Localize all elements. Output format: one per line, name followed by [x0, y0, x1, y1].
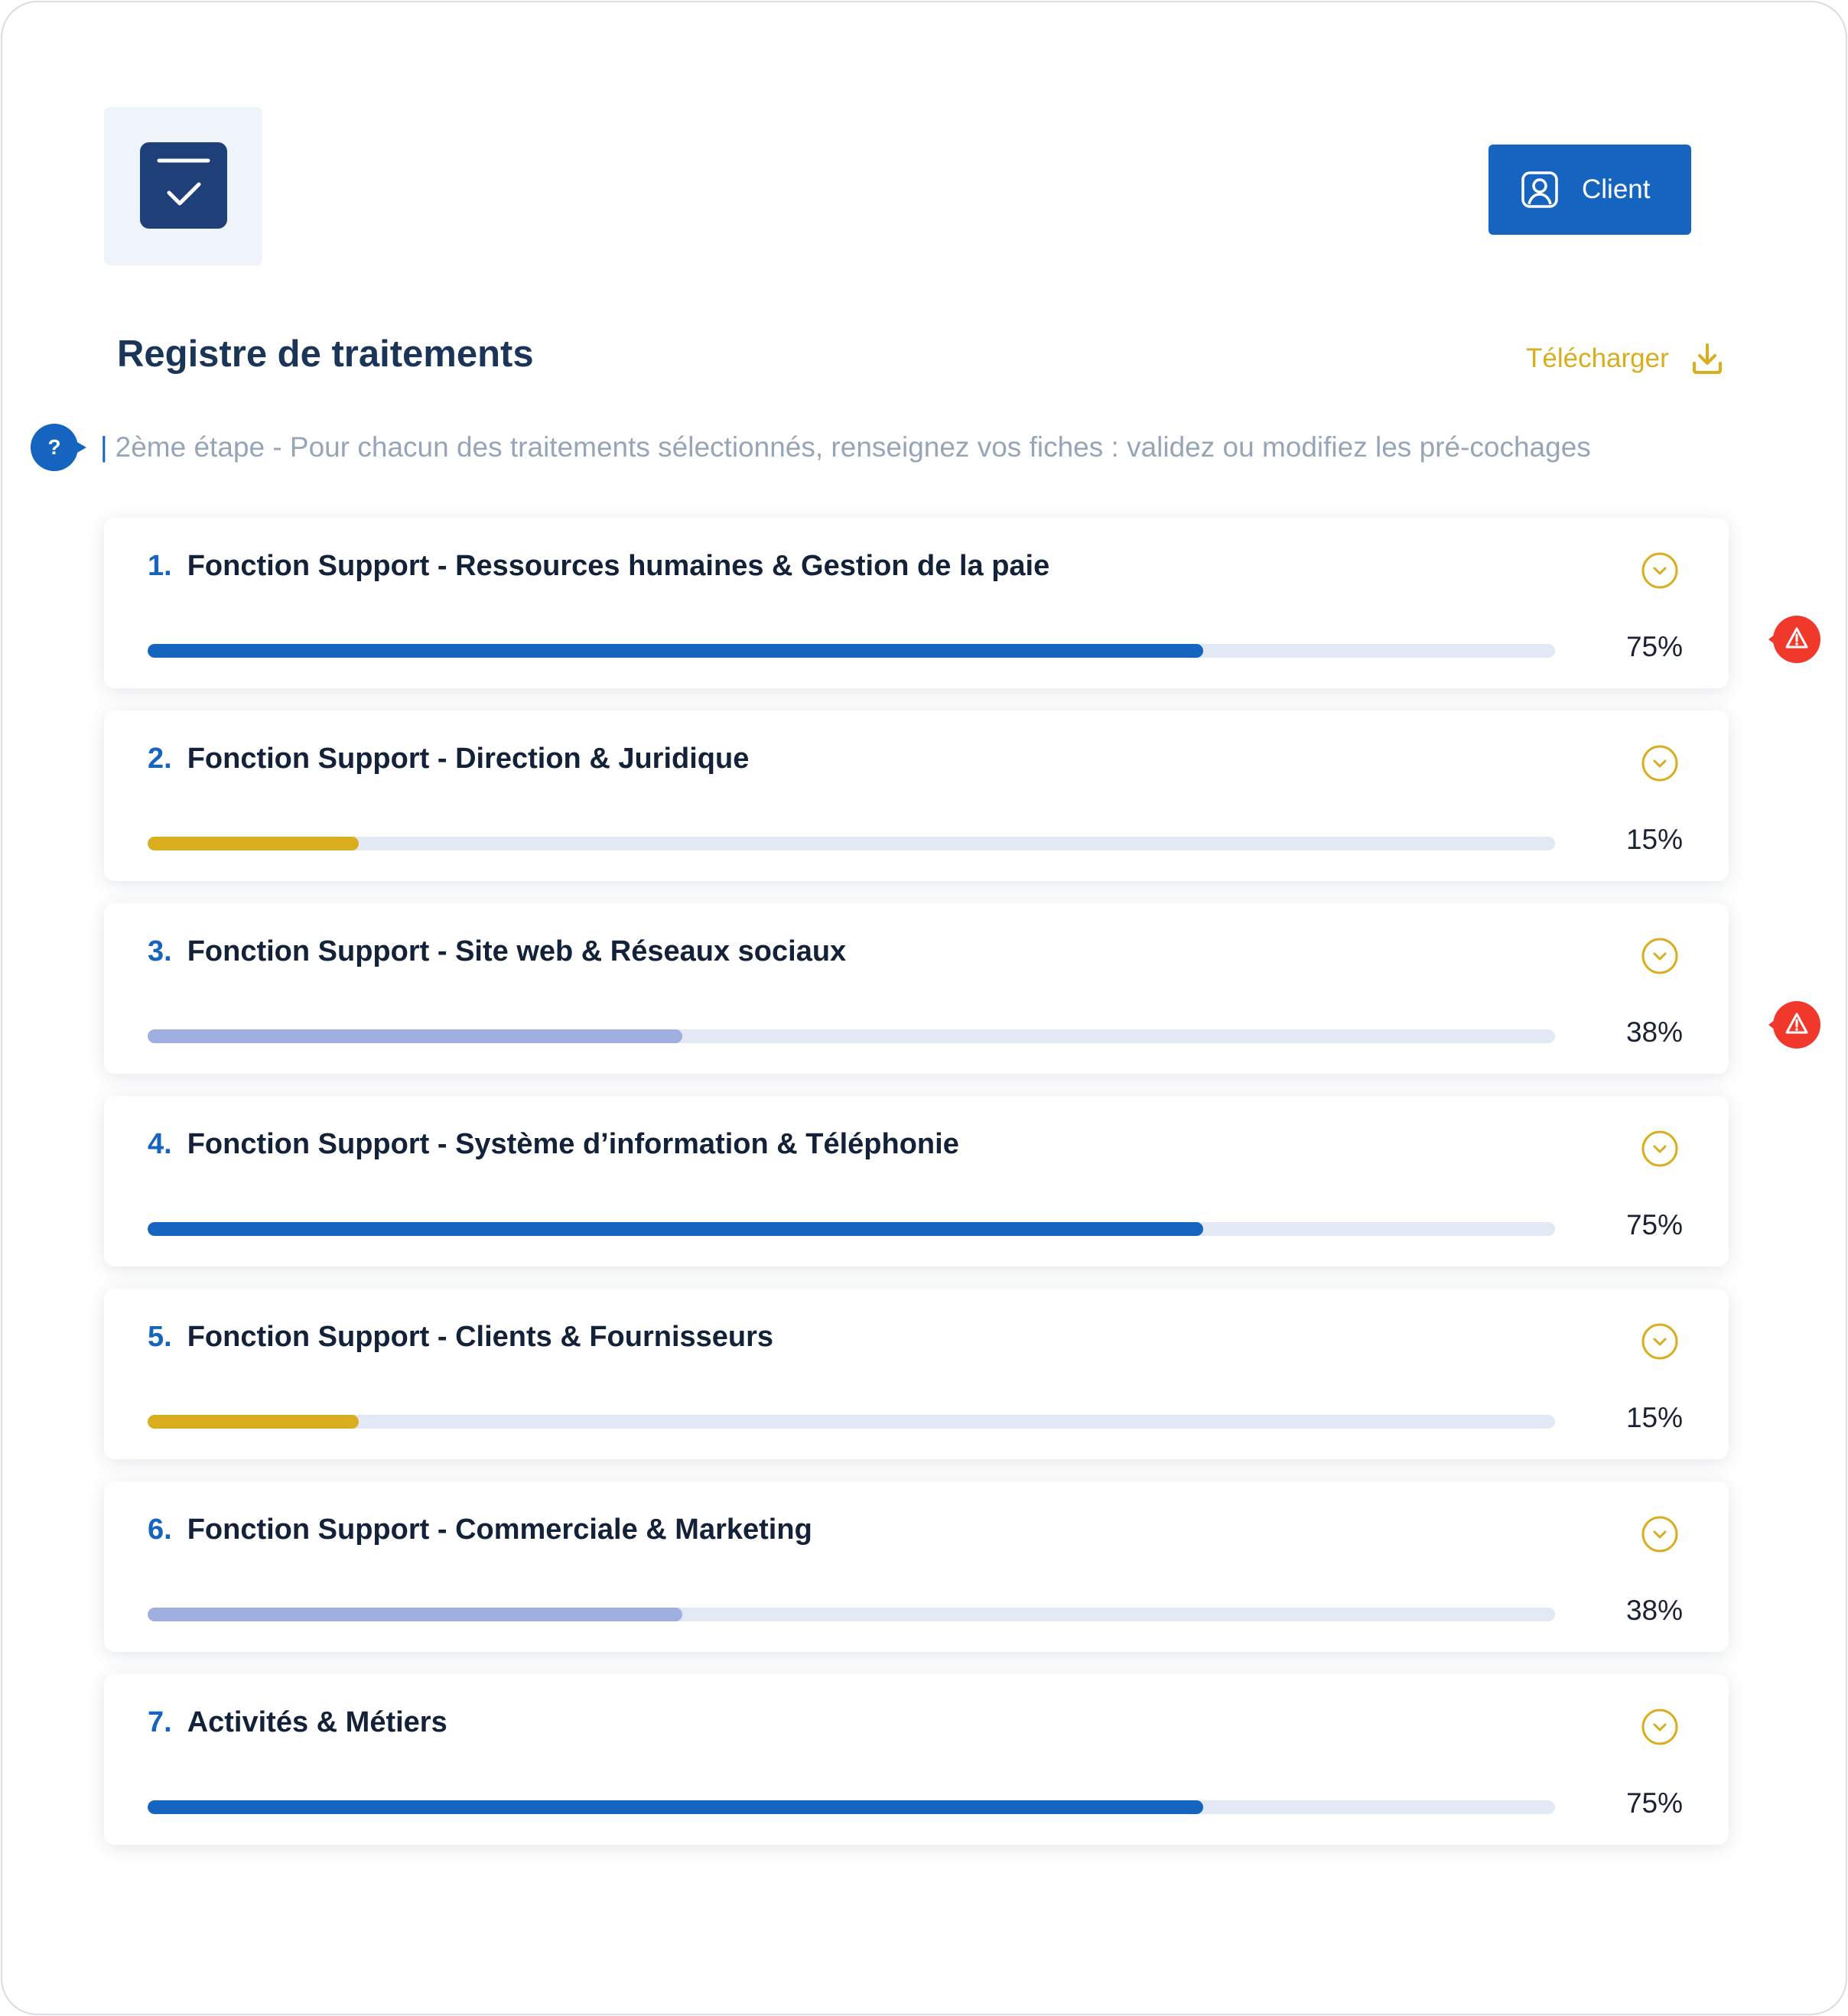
page-title: Registre de traitements: [117, 333, 534, 375]
treatment-title: 6. Fonction Support - Commerciale & Marke…: [148, 1514, 812, 1546]
chevron-down-icon[interactable]: [1641, 1130, 1679, 1168]
treatment-number: 3.: [148, 935, 172, 967]
treatment-title: 4. Fonction Support - Système d’informati…: [148, 1128, 959, 1161]
treatment-label: Fonction Support - Clients & Fournisseur…: [187, 1321, 774, 1353]
progress-percent: 75%: [1625, 1787, 1683, 1819]
progress-percent: 38%: [1625, 1016, 1683, 1048]
treatment-title: 3. Fonction Support - Site web & Réseaux …: [148, 935, 846, 968]
progress-percent: 38%: [1625, 1595, 1683, 1626]
download-label: Télécharger: [1526, 343, 1669, 373]
treatment-label: Fonction Support - Système d’information…: [187, 1128, 959, 1160]
warning-alert-icon[interactable]: [1766, 612, 1821, 667]
user-profile-icon: [1521, 171, 1558, 208]
treatment-title: 7. Activités & Métiers: [148, 1706, 447, 1739]
treatment-number: 2.: [148, 743, 172, 775]
app-frame: Client Registre de traitements Télécharg…: [1, 1, 1847, 2015]
treatment-number: 1.: [148, 550, 172, 582]
treatment-label: Fonction Support - Ressources humaines &…: [187, 550, 1050, 582]
instruction-divider: |: [100, 431, 108, 463]
treatment-label: Fonction Support - Commerciale & Marketi…: [187, 1514, 812, 1546]
question-icon: ?: [47, 435, 61, 459]
progress-fill: [148, 1222, 1203, 1236]
treatment-number: 7.: [148, 1706, 172, 1738]
chevron-down-icon[interactable]: [1641, 1708, 1679, 1746]
checkbox-check-icon: [140, 142, 227, 229]
treatment-card[interactable]: 5. Fonction Support - Clients & Fournisse…: [104, 1289, 1729, 1459]
treatment-title: 1. Fonction Support - Ressources humaines…: [148, 550, 1049, 583]
progress-fill: [148, 1415, 359, 1429]
treatment-card[interactable]: 4. Fonction Support - Système d’informati…: [104, 1096, 1729, 1267]
download-icon: [1692, 343, 1722, 374]
chevron-down-icon[interactable]: [1641, 937, 1679, 975]
progress-track: [148, 1608, 1555, 1621]
progress-track: [148, 1415, 1555, 1429]
treatment-card[interactable]: 3. Fonction Support - Site web & Réseaux …: [104, 903, 1729, 1074]
progress-percent: 15%: [1625, 1402, 1683, 1433]
warning-alert-icon[interactable]: [1766, 997, 1821, 1052]
chevron-down-icon[interactable]: [1641, 1322, 1679, 1361]
progress-fill: [148, 837, 359, 850]
progress-fill: [148, 644, 1203, 658]
progress-track: [148, 1029, 1555, 1043]
download-button[interactable]: Télécharger: [1526, 342, 1724, 376]
treatment-number: 6.: [148, 1514, 172, 1546]
treatment-number: 4.: [148, 1128, 172, 1160]
instruction-text: | 2ème étape - Pour chacun des traitement…: [100, 431, 1591, 463]
treatment-title: 2. Fonction Support - Direction & Juridiq…: [148, 743, 749, 776]
progress-track: [148, 644, 1555, 658]
chevron-down-icon[interactable]: [1641, 551, 1679, 590]
progress-track: [148, 1222, 1555, 1236]
progress-fill: [148, 1608, 683, 1621]
treatment-card[interactable]: 6. Fonction Support - Commerciale & Marke…: [104, 1481, 1729, 1652]
treatment-number: 5.: [148, 1321, 172, 1353]
treatment-title: 5. Fonction Support - Clients & Fournisse…: [148, 1321, 773, 1354]
chevron-down-icon[interactable]: [1641, 1515, 1679, 1553]
treatment-label: Activités & Métiers: [187, 1706, 447, 1738]
treatment-card[interactable]: 7. Activités & Métiers 75%: [104, 1674, 1729, 1845]
progress-percent: 75%: [1625, 631, 1683, 662]
treatment-label: Fonction Support - Direction & Juridique: [187, 743, 750, 775]
progress-fill: [148, 1029, 683, 1043]
treatment-card[interactable]: 1. Fonction Support - Ressources humaines…: [104, 518, 1729, 688]
client-button[interactable]: Client: [1488, 145, 1691, 235]
client-button-label: Client: [1582, 174, 1651, 204]
treatment-card[interactable]: 2. Fonction Support - Direction & Juridiq…: [104, 710, 1729, 881]
progress-track: [148, 837, 1555, 850]
instruction-label: 2ème étape - Pour chacun des traitements…: [115, 431, 1591, 463]
treatment-label: Fonction Support - Site web & Réseaux so…: [187, 935, 847, 967]
progress-percent: 75%: [1625, 1209, 1683, 1240]
help-bubble[interactable]: ?: [31, 424, 86, 471]
logo-container: [104, 107, 262, 265]
progress-fill: [148, 1800, 1203, 1814]
progress-percent: 15%: [1625, 824, 1683, 855]
chevron-down-icon[interactable]: [1641, 744, 1679, 782]
progress-track: [148, 1800, 1555, 1814]
